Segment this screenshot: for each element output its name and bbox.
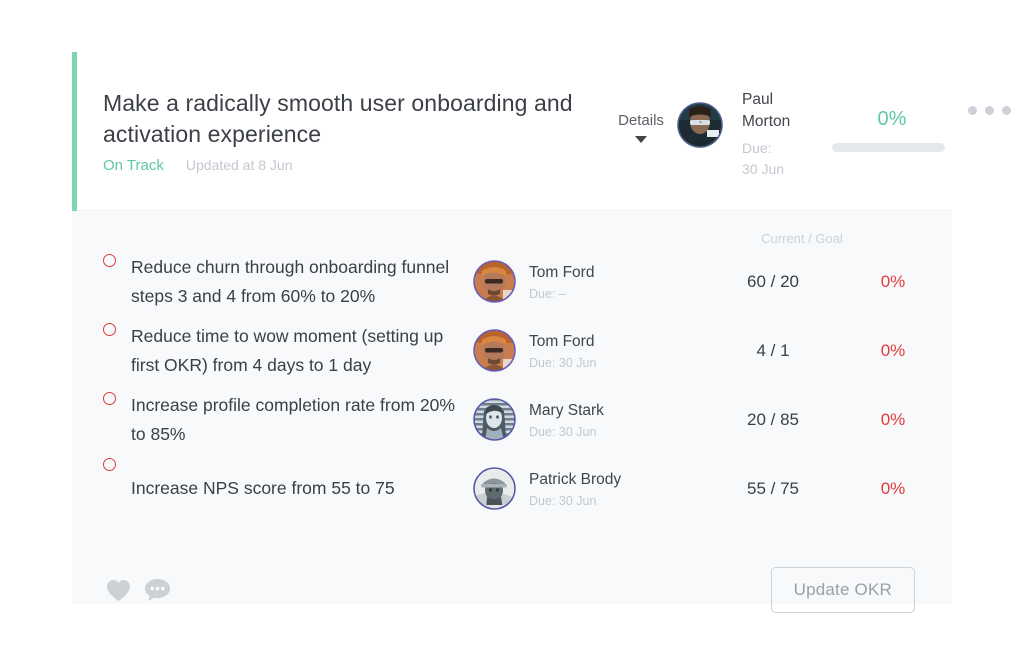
details-toggle-button[interactable]: Details [607, 106, 675, 143]
key-result-percent: 0% [880, 340, 906, 360]
status-circle-icon [103, 254, 116, 267]
comment-bubble-icon[interactable] [144, 578, 171, 602]
key-result-metric: 55 / 75 [747, 478, 799, 498]
okr-card-header: Make a radically smooth user onboarding … [72, 52, 952, 211]
more-dot [985, 106, 994, 115]
status-circle-icon [103, 458, 116, 471]
owner-name-line2: Morton [742, 113, 791, 130]
heart-icon[interactable] [106, 579, 131, 602]
key-result-due: Due: 30 Jun [529, 493, 597, 508]
key-result-owner-text: Tom Ford Due: – [529, 263, 594, 301]
avatar[interactable] [473, 329, 516, 372]
avatar[interactable] [473, 260, 516, 303]
avatar[interactable] [677, 102, 723, 148]
progress-bar [832, 143, 945, 152]
okr-header-right: Details Paul Morton Due: 30 Jun 0% [607, 52, 952, 180]
footer-actions [106, 578, 171, 602]
key-results-list: Reduce churn through onboarding funnel s… [72, 211, 952, 523]
okr-card-footer: Update OKR [72, 545, 952, 613]
okr-progress-block: 0% [832, 106, 952, 152]
key-result-title: Increase NPS score from 55 to 75 [131, 478, 395, 498]
key-result-due: Due: 30 Jun [529, 424, 597, 439]
key-result-metric: 60 / 20 [747, 271, 799, 291]
okr-card: Make a radically smooth user onboarding … [72, 52, 952, 613]
table-row[interactable]: Reduce churn through onboarding funnel s… [72, 247, 952, 316]
key-result-percent: 0% [880, 478, 906, 498]
okr-owner-block: Paul Morton Due: 30 Jun [742, 91, 824, 180]
status-circle-icon [103, 392, 116, 405]
key-result-title: Reduce time to wow moment (setting up fi… [131, 325, 444, 375]
key-result-due: Due: 30 Jun [529, 355, 597, 370]
key-result-owner-name: Mary Stark [529, 401, 604, 419]
key-result-owner-text: Patrick Brody Due: 30 Jun [529, 470, 621, 508]
owner-due-date: 30 Jun [742, 161, 785, 177]
table-row[interactable]: Increase profile completion rate from 20… [72, 385, 952, 454]
key-result-due: Due: – [529, 286, 566, 301]
okr-header-left: Make a radically smooth user onboarding … [72, 52, 607, 174]
table-row[interactable]: Increase NPS score from 55 to 75 Patrick… [72, 454, 952, 523]
status-accent-bar [72, 52, 77, 211]
status-circle-icon [103, 323, 116, 336]
more-dot [968, 106, 977, 115]
key-result-owner-name: Patrick Brody [529, 470, 622, 488]
key-result-owner[interactable]: Patrick Brody Due: 30 Jun [473, 467, 698, 510]
key-result-owner-text: Tom Ford Due: 30 Jun [529, 332, 596, 370]
update-okr-button[interactable]: Update OKR [770, 567, 915, 613]
key-results-section: Current / Goal Reduce churn through onbo… [72, 211, 952, 523]
key-result-metric: 4 / 1 [756, 340, 790, 360]
key-result-owner[interactable]: Tom Ford Due: 30 Jun [473, 329, 698, 372]
progress-percent: 0% [877, 108, 907, 130]
key-result-owner-text: Mary Stark Due: 30 Jun [529, 401, 604, 439]
okr-meta: On Track Updated at 8 Jun [103, 157, 607, 174]
key-result-metric: 20 / 85 [747, 409, 799, 429]
details-label: Details [618, 112, 664, 129]
key-result-owner-name: Tom Ford [529, 332, 595, 350]
current-goal-column-header: Current / Goal [761, 231, 843, 246]
more-dot [1002, 106, 1011, 115]
owner-due-label: Due: [742, 140, 772, 156]
key-result-owner[interactable]: Tom Ford Due: – [473, 260, 698, 303]
more-horizontal-icon[interactable] [968, 106, 1011, 115]
avatar[interactable] [473, 398, 516, 441]
avatar[interactable] [473, 467, 516, 510]
key-result-owner-name: Tom Ford [529, 263, 595, 281]
key-result-owner[interactable]: Mary Stark Due: 30 Jun [473, 398, 698, 441]
owner-name-line1: Paul [742, 91, 774, 108]
key-result-percent: 0% [880, 409, 906, 429]
key-result-title: Increase profile completion rate from 20… [131, 394, 455, 444]
key-result-title: Reduce churn through onboarding funnel s… [131, 256, 450, 306]
updated-timestamp: Updated at 8 Jun [185, 157, 293, 173]
chevron-down-icon [635, 136, 647, 143]
table-row[interactable]: Reduce time to wow moment (setting up fi… [72, 316, 952, 385]
status-badge: On Track [103, 157, 164, 174]
page-title: Make a radically smooth user onboarding … [103, 90, 573, 147]
key-result-percent: 0% [880, 271, 906, 291]
